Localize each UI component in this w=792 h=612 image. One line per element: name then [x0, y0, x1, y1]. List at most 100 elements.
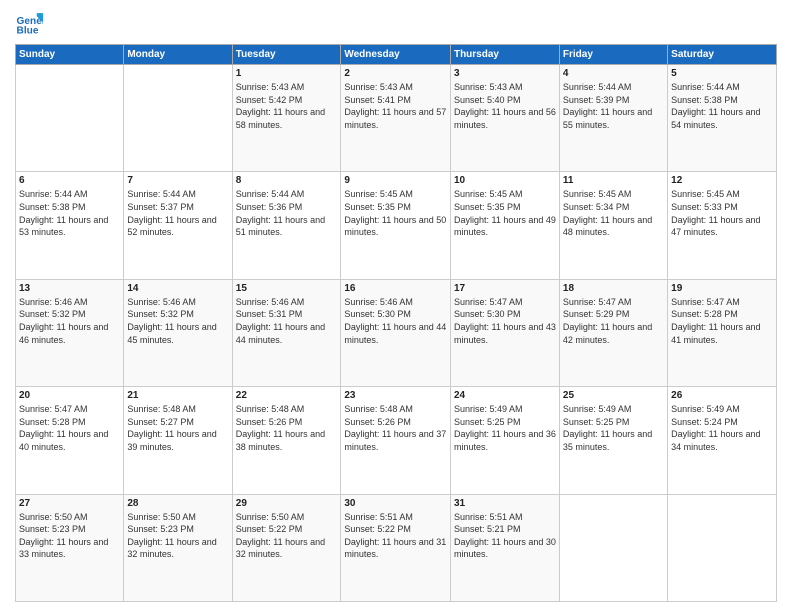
day-number: 10 — [454, 175, 556, 186]
day-cell: 27 Sunrise: 5:50 AMSunset: 5:23 PMDayligh… — [16, 494, 124, 601]
day-cell: 15Sunrise: 5:46 AMSunset: 5:31 PMDayligh… — [232, 279, 341, 386]
day-cell: 26 Sunrise: 5:49 AMSunset: 5:24 PMDayligh… — [668, 387, 777, 494]
day-number: 18 — [563, 283, 664, 294]
day-number: 17 — [454, 283, 556, 294]
day-detail: Sunrise: 5:46 AMSunset: 5:32 PMDaylight:… — [127, 296, 228, 346]
day-number: 7 — [127, 175, 228, 186]
day-detail: Sunrise: 5:47 AMSunset: 5:28 PMDaylight:… — [671, 296, 773, 346]
day-detail: Sunrise: 5:44 AMSunset: 5:36 PMDaylight:… — [236, 188, 338, 238]
logo-icon: General Blue — [15, 10, 43, 38]
day-detail: Sunrise: 5:48 AMSunset: 5:26 PMDaylight:… — [236, 403, 338, 453]
day-detail: Sunrise: 5:43 AMSunset: 5:42 PMDaylight:… — [236, 81, 338, 131]
day-number: 29 — [236, 498, 338, 509]
day-number: 27 — [19, 498, 120, 509]
week-row-2: 6Sunrise: 5:44 AMSunset: 5:38 PMDaylight… — [16, 172, 777, 279]
day-number: 8 — [236, 175, 338, 186]
day-detail: Sunrise: 5:50 AMSunset: 5:23 PMDaylight:… — [19, 511, 120, 561]
day-number: 1 — [236, 68, 338, 79]
day-detail: Sunrise: 5:45 AMSunset: 5:33 PMDaylight:… — [671, 188, 773, 238]
day-cell: 22 Sunrise: 5:48 AMSunset: 5:26 PMDayligh… — [232, 387, 341, 494]
week-row-5: 27 Sunrise: 5:50 AMSunset: 5:23 PMDayligh… — [16, 494, 777, 601]
day-number: 22 — [236, 390, 338, 401]
weekday-wednesday: Wednesday — [341, 45, 451, 65]
day-detail: Sunrise: 5:50 AMSunset: 5:23 PMDaylight:… — [127, 511, 228, 561]
day-number: 16 — [344, 283, 447, 294]
day-number: 5 — [671, 68, 773, 79]
weekday-sunday: Sunday — [16, 45, 124, 65]
page-header: General Blue — [15, 10, 777, 38]
day-number: 12 — [671, 175, 773, 186]
day-number: 31 — [454, 498, 556, 509]
day-detail: Sunrise: 5:46 AMSunset: 5:30 PMDaylight:… — [344, 296, 447, 346]
day-number: 4 — [563, 68, 664, 79]
day-number: 11 — [563, 175, 664, 186]
weekday-friday: Friday — [559, 45, 667, 65]
day-detail: Sunrise: 5:51 AMSunset: 5:21 PMDaylight:… — [454, 511, 556, 561]
day-cell: 5 Sunrise: 5:44 AMSunset: 5:38 PMDaylight… — [668, 65, 777, 172]
day-detail: Sunrise: 5:49 AMSunset: 5:24 PMDaylight:… — [671, 403, 773, 453]
day-cell: 21 Sunrise: 5:48 AMSunset: 5:27 PMDayligh… — [124, 387, 232, 494]
weekday-tuesday: Tuesday — [232, 45, 341, 65]
day-cell: 6Sunrise: 5:44 AMSunset: 5:38 PMDaylight… — [16, 172, 124, 279]
day-number: 24 — [454, 390, 556, 401]
day-detail: Sunrise: 5:47 AMSunset: 5:29 PMDaylight:… — [563, 296, 664, 346]
day-cell: 1 Sunrise: 5:43 AMSunset: 5:42 PMDaylight… — [232, 65, 341, 172]
day-number: 20 — [19, 390, 120, 401]
day-cell: 29Sunrise: 5:50 AMSunset: 5:22 PMDayligh… — [232, 494, 341, 601]
day-detail: Sunrise: 5:44 AMSunset: 5:37 PMDaylight:… — [127, 188, 228, 238]
day-cell: 4Sunrise: 5:44 AMSunset: 5:39 PMDaylight… — [559, 65, 667, 172]
day-cell: 10 Sunrise: 5:45 AMSunset: 5:35 PMDayligh… — [450, 172, 559, 279]
day-number: 3 — [454, 68, 556, 79]
day-detail: Sunrise: 5:48 AMSunset: 5:26 PMDaylight:… — [344, 403, 447, 453]
day-cell: 13 Sunrise: 5:46 AMSunset: 5:32 PMDayligh… — [16, 279, 124, 386]
day-detail: Sunrise: 5:45 AMSunset: 5:35 PMDaylight:… — [344, 188, 447, 238]
day-number: 26 — [671, 390, 773, 401]
day-number: 21 — [127, 390, 228, 401]
day-detail: Sunrise: 5:44 AMSunset: 5:38 PMDaylight:… — [19, 188, 120, 238]
day-detail: Sunrise: 5:44 AMSunset: 5:38 PMDaylight:… — [671, 81, 773, 131]
day-detail: Sunrise: 5:46 AMSunset: 5:32 PMDaylight:… — [19, 296, 120, 346]
day-number: 23 — [344, 390, 447, 401]
day-cell: 2Sunrise: 5:43 AMSunset: 5:41 PMDaylight… — [341, 65, 451, 172]
day-detail: Sunrise: 5:47 AMSunset: 5:30 PMDaylight:… — [454, 296, 556, 346]
day-number: 9 — [344, 175, 447, 186]
day-cell: 28Sunrise: 5:50 AMSunset: 5:23 PMDayligh… — [124, 494, 232, 601]
calendar-table: SundayMondayTuesdayWednesdayThursdayFrid… — [15, 44, 777, 602]
day-number: 30 — [344, 498, 447, 509]
day-detail: Sunrise: 5:49 AMSunset: 5:25 PMDaylight:… — [454, 403, 556, 453]
weekday-header-row: SundayMondayTuesdayWednesdayThursdayFrid… — [16, 45, 777, 65]
day-number: 13 — [19, 283, 120, 294]
day-cell: 30 Sunrise: 5:51 AMSunset: 5:22 PMDayligh… — [341, 494, 451, 601]
day-number: 14 — [127, 283, 228, 294]
day-cell: 7 Sunrise: 5:44 AMSunset: 5:37 PMDaylight… — [124, 172, 232, 279]
day-number: 25 — [563, 390, 664, 401]
day-number: 19 — [671, 283, 773, 294]
weekday-monday: Monday — [124, 45, 232, 65]
day-cell: 14 Sunrise: 5:46 AMSunset: 5:32 PMDayligh… — [124, 279, 232, 386]
day-cell: 3 Sunrise: 5:43 AMSunset: 5:40 PMDaylight… — [450, 65, 559, 172]
day-cell: 23 Sunrise: 5:48 AMSunset: 5:26 PMDayligh… — [341, 387, 451, 494]
week-row-4: 20 Sunrise: 5:47 AMSunset: 5:28 PMDayligh… — [16, 387, 777, 494]
day-detail: Sunrise: 5:48 AMSunset: 5:27 PMDaylight:… — [127, 403, 228, 453]
day-cell: 20 Sunrise: 5:47 AMSunset: 5:28 PMDayligh… — [16, 387, 124, 494]
day-cell: 25Sunrise: 5:49 AMSunset: 5:25 PMDayligh… — [559, 387, 667, 494]
day-detail: Sunrise: 5:51 AMSunset: 5:22 PMDaylight:… — [344, 511, 447, 561]
day-cell: 18 Sunrise: 5:47 AMSunset: 5:29 PMDayligh… — [559, 279, 667, 386]
day-cell: 24 Sunrise: 5:49 AMSunset: 5:25 PMDayligh… — [450, 387, 559, 494]
day-detail: Sunrise: 5:46 AMSunset: 5:31 PMDaylight:… — [236, 296, 338, 346]
day-detail: Sunrise: 5:43 AMSunset: 5:40 PMDaylight:… — [454, 81, 556, 131]
day-cell: 17 Sunrise: 5:47 AMSunset: 5:30 PMDayligh… — [450, 279, 559, 386]
day-detail: Sunrise: 5:43 AMSunset: 5:41 PMDaylight:… — [344, 81, 447, 131]
day-detail: Sunrise: 5:47 AMSunset: 5:28 PMDaylight:… — [19, 403, 120, 453]
svg-text:Blue: Blue — [17, 25, 39, 36]
day-cell — [124, 65, 232, 172]
week-row-1: 1 Sunrise: 5:43 AMSunset: 5:42 PMDaylight… — [16, 65, 777, 172]
day-cell — [668, 494, 777, 601]
day-cell: 11Sunrise: 5:45 AMSunset: 5:34 PMDayligh… — [559, 172, 667, 279]
day-detail: Sunrise: 5:45 AMSunset: 5:35 PMDaylight:… — [454, 188, 556, 238]
day-cell: 12 Sunrise: 5:45 AMSunset: 5:33 PMDayligh… — [668, 172, 777, 279]
weekday-saturday: Saturday — [668, 45, 777, 65]
weekday-thursday: Thursday — [450, 45, 559, 65]
day-cell: 8 Sunrise: 5:44 AMSunset: 5:36 PMDaylight… — [232, 172, 341, 279]
day-cell: 9 Sunrise: 5:45 AMSunset: 5:35 PMDaylight… — [341, 172, 451, 279]
